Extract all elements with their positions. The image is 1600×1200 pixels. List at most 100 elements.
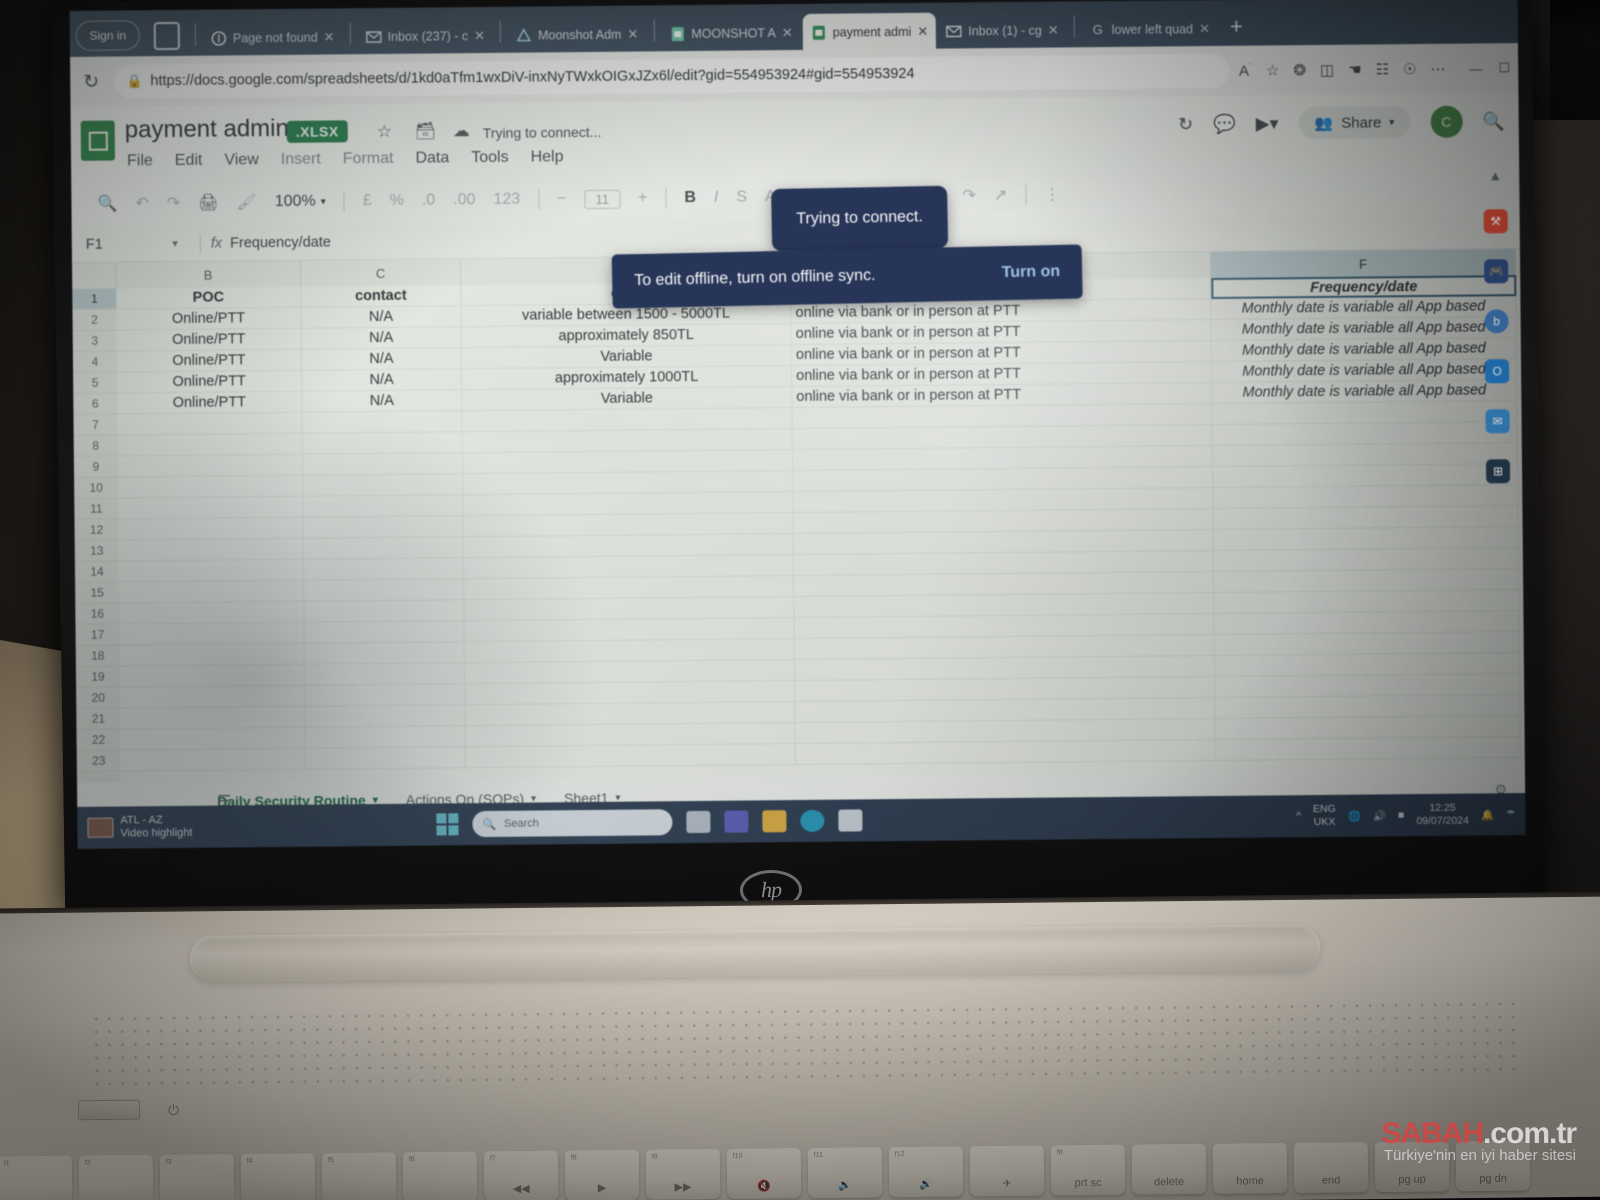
percent-icon[interactable]: % <box>390 192 404 210</box>
cell-F4[interactable]: Monthly date is variable all App based <box>1211 338 1517 363</box>
row-header-1[interactable]: 1 <box>72 288 117 310</box>
windows-start-icon[interactable] <box>436 813 459 836</box>
cell-B5[interactable]: Online/PTT <box>117 370 303 394</box>
column-header-B[interactable]: B <box>116 260 302 289</box>
menu-view[interactable]: View <box>224 151 259 169</box>
text-rotation-button[interactable]: ↗ <box>994 185 1008 205</box>
cell-empty[interactable] <box>303 537 464 560</box>
cell-empty[interactable] <box>117 433 303 457</box>
cell-empty[interactable] <box>119 664 306 688</box>
cell-empty[interactable] <box>120 685 306 709</box>
row-header-3[interactable]: 3 <box>72 330 117 352</box>
font-size-input[interactable]: 11 <box>584 189 621 209</box>
cell-empty[interactable] <box>117 412 303 436</box>
formula-input[interactable]: Frequency/date <box>230 234 331 251</box>
row-header-10[interactable]: 10 <box>74 477 119 499</box>
cell-B1[interactable]: POC <box>116 286 302 310</box>
decimal-decrease-icon[interactable]: .0 <box>422 191 436 209</box>
file-explorer-icon[interactable] <box>762 810 787 833</box>
cell-empty[interactable] <box>119 580 305 604</box>
menu-format[interactable]: Format <box>343 150 394 168</box>
teams-icon[interactable] <box>724 810 749 833</box>
move-to-folder-icon[interactable]: 🗃 <box>415 121 437 141</box>
cell-empty[interactable] <box>118 517 304 541</box>
cell-C3[interactable]: N/A <box>301 327 462 350</box>
cell-empty[interactable] <box>1213 464 1519 489</box>
close-icon[interactable]: ✕ <box>324 29 335 45</box>
cell-C4[interactable]: N/A <box>301 348 463 371</box>
undo-icon[interactable]: ↶ <box>135 193 149 213</box>
cell-empty[interactable] <box>302 411 463 434</box>
browser-tab-3[interactable]: MOONSHOT A ✕ <box>661 14 801 53</box>
meet-icon[interactable]: ▶▾ <box>1256 113 1279 134</box>
cell-F3[interactable]: Monthly date is variable all App based <box>1211 317 1517 342</box>
cell-F6[interactable]: Monthly date is variable all App based <box>1212 380 1518 405</box>
text-wrap-button[interactable]: ↷ <box>962 185 976 205</box>
search-bing-icon[interactable]: b <box>1484 309 1509 334</box>
font-size-increase[interactable]: + <box>638 189 648 207</box>
star-icon[interactable]: ☆ <box>377 122 392 142</box>
cell-C5[interactable]: N/A <box>302 369 463 392</box>
keyboard-key-🔊[interactable]: f12 🔊 <box>888 1146 964 1198</box>
keyboard-key-▶▶[interactable]: f9 ▶▶ <box>645 1148 721 1200</box>
split-screen-icon[interactable]: ◫ <box>1320 61 1334 79</box>
font-size-decrease[interactable]: − <box>557 190 567 208</box>
minimize-button[interactable]: — <box>1469 61 1482 76</box>
close-icon[interactable]: ✕ <box>782 25 793 41</box>
row-header-20[interactable]: 20 <box>76 687 121 709</box>
cell-empty[interactable] <box>118 559 305 583</box>
cell-empty[interactable] <box>304 621 465 644</box>
decimal-increase-icon[interactable]: .00 <box>453 191 475 209</box>
cell-empty[interactable] <box>303 516 464 539</box>
cell-empty[interactable] <box>1214 653 1521 678</box>
weather-icon[interactable]: ☂ <box>1506 808 1516 820</box>
power-icon[interactable]: ⏻ <box>168 1102 179 1119</box>
menu-file[interactable]: File <box>127 152 153 170</box>
cell-empty[interactable] <box>117 454 304 478</box>
name-box[interactable]: F1 ▾ <box>72 235 190 252</box>
close-icon[interactable]: ✕ <box>1048 22 1059 38</box>
taskbar-media-widget[interactable]: ATL - AZ Video highlight <box>87 814 193 841</box>
cell-B3[interactable]: Online/PTT <box>116 328 302 352</box>
comments-icon[interactable]: 💬 <box>1213 113 1236 134</box>
cell-empty[interactable] <box>305 705 466 728</box>
keyboard-key-🔉[interactable]: f11 🔉 <box>807 1147 883 1199</box>
cell-empty[interactable] <box>119 601 305 625</box>
cell-empty[interactable] <box>1215 674 1521 699</box>
browser-tab-2[interactable]: Moonshot Adm ✕ <box>508 15 647 54</box>
edge-icon[interactable] <box>800 809 825 832</box>
cell-empty[interactable] <box>1213 485 1519 510</box>
cell-empty[interactable] <box>302 453 464 476</box>
row-header-14[interactable]: 14 <box>74 561 120 583</box>
avatar[interactable]: C <box>1430 105 1463 138</box>
menu-help[interactable]: Help <box>531 148 564 166</box>
cell-empty[interactable] <box>303 495 464 518</box>
row-header-15[interactable]: 15 <box>75 582 120 604</box>
row-header-4[interactable]: 4 <box>72 351 118 373</box>
keyboard-key-delete[interactable]: delete <box>1131 1143 1207 1195</box>
cell-empty[interactable] <box>1212 422 1518 447</box>
cell-empty[interactable] <box>120 706 306 730</box>
cell-empty[interactable] <box>1215 716 1521 741</box>
menu-data[interactable]: Data <box>415 149 449 167</box>
bold-button[interactable]: B <box>684 189 696 207</box>
row-header-19[interactable]: 19 <box>75 666 121 688</box>
paint-format-icon[interactable]: 🖌 <box>236 192 257 212</box>
restore-button[interactable]: ☐ <box>1498 60 1510 76</box>
cell-empty[interactable] <box>1215 695 1521 720</box>
cell-empty[interactable] <box>1214 611 1520 636</box>
close-icon[interactable]: ✕ <box>474 28 485 44</box>
browser-essentials-icon[interactable]: ☷ <box>1376 60 1390 78</box>
more-toolbar-button[interactable]: ⋮ <box>1044 184 1060 204</box>
row-header-22[interactable]: 22 <box>76 729 121 751</box>
cell-empty[interactable] <box>119 622 305 646</box>
cell-empty[interactable] <box>305 726 466 749</box>
row-header-13[interactable]: 13 <box>74 540 119 562</box>
cell-empty[interactable] <box>304 600 465 623</box>
cell-empty[interactable] <box>304 642 465 665</box>
row-header-6[interactable]: 6 <box>73 393 118 415</box>
store-icon[interactable] <box>838 809 863 832</box>
keyboard-key-prt sc[interactable]: f8 prt sc <box>1050 1144 1126 1196</box>
cell-empty[interactable] <box>1214 569 1520 594</box>
profile-icon[interactable]: ☉ <box>1403 60 1417 78</box>
